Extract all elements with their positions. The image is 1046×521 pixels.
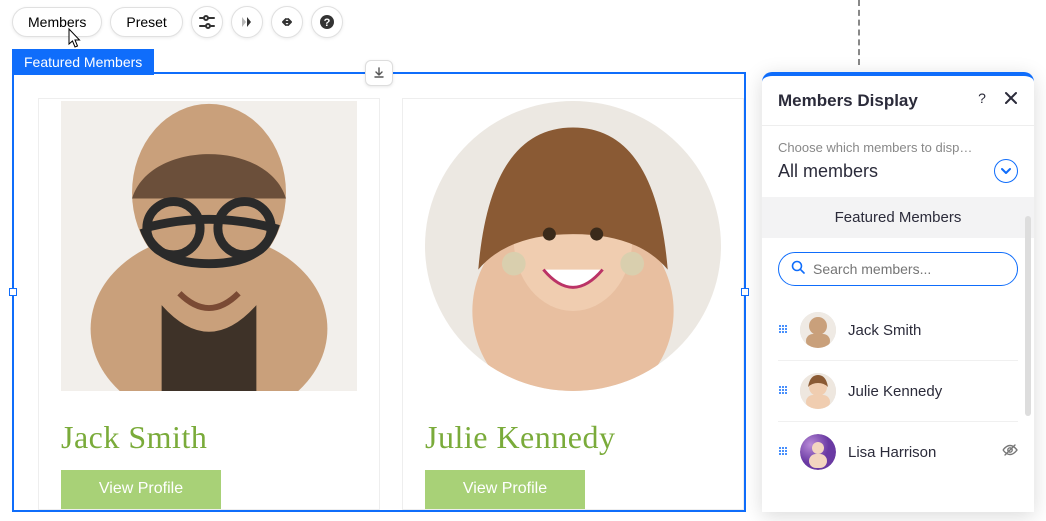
drag-handle-icon[interactable] (778, 382, 788, 400)
view-profile-label: View Profile (463, 480, 547, 497)
svg-text:?: ? (978, 90, 986, 106)
element-toolbar: Members Preset ? (12, 6, 343, 38)
stretch-icon[interactable] (271, 6, 303, 38)
download-icon[interactable] (365, 60, 393, 86)
preset-button[interactable]: Preset (110, 7, 182, 37)
members-button[interactable]: Members (12, 7, 102, 37)
member-list: Jack Smith Julie Kennedy Lisa Harrison (762, 300, 1034, 482)
members-filter-dropdown[interactable]: All members (762, 159, 1034, 197)
member-name: Jack Smith (61, 419, 357, 456)
view-profile-button[interactable]: View Profile (425, 470, 585, 509)
avatar (800, 373, 836, 409)
panel-title: Members Display (778, 91, 918, 111)
list-item[interactable]: Julie Kennedy (778, 361, 1018, 422)
help-icon[interactable]: ? (311, 6, 343, 38)
settings-icon[interactable] (191, 6, 223, 38)
preset-button-label: Preset (126, 14, 166, 30)
members-display-panel: Members Display ? Choose which members t… (762, 72, 1034, 512)
drag-handle-icon[interactable] (778, 321, 788, 339)
resize-handle-right[interactable] (741, 288, 749, 296)
members-widget[interactable]: Jack Smith View Profile Julie Kennedy Vi… (12, 72, 746, 512)
dropdown-value: All members (778, 161, 878, 182)
list-item[interactable]: Lisa Harrison (778, 422, 1018, 482)
search-input[interactable] (813, 261, 1005, 277)
animation-icon[interactable] (231, 6, 263, 38)
chevron-down-icon (994, 159, 1018, 183)
featured-subheader: Featured Members (762, 197, 1034, 238)
view-profile-button[interactable]: View Profile (61, 470, 221, 509)
search-input-wrap[interactable] (778, 252, 1018, 286)
alignment-guide (858, 0, 860, 65)
visibility-off-icon[interactable] (1002, 443, 1018, 462)
panel-header: Members Display ? (762, 76, 1034, 126)
close-icon[interactable] (1004, 91, 1018, 110)
svg-text:?: ? (323, 17, 330, 29)
avatar (800, 434, 836, 470)
scrollbar[interactable] (1025, 216, 1031, 416)
member-name: Julie Kennedy (425, 419, 721, 456)
panel-help-icon[interactable]: ? (974, 90, 990, 111)
view-profile-label: View Profile (99, 480, 183, 497)
list-item-name: Lisa Harrison (848, 444, 936, 461)
drag-handle-icon[interactable] (778, 443, 788, 461)
section-label: Choose which members to disp… (762, 126, 1034, 159)
search-icon (791, 260, 805, 279)
list-item-name: Julie Kennedy (848, 383, 942, 400)
list-item-name: Jack Smith (848, 322, 921, 339)
member-photo (61, 101, 357, 391)
cursor-icon (66, 28, 84, 55)
list-item[interactable]: Jack Smith (778, 300, 1018, 361)
resize-handle-left[interactable] (9, 288, 17, 296)
member-photo (425, 101, 721, 391)
avatar (800, 312, 836, 348)
member-card: Jack Smith View Profile (38, 98, 380, 510)
member-card: Julie Kennedy View Profile (402, 98, 744, 510)
